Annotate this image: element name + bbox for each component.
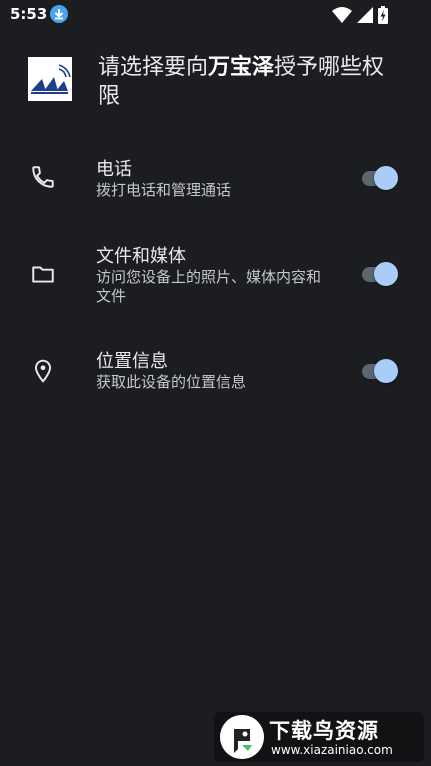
watermark: 下载鸟资源 www.xiazainiao.com (214, 712, 424, 762)
permission-item-files-media[interactable]: 文件和媒体 访问您设备上的照片、媒体内容和文件 (0, 240, 431, 315)
bird-logo-icon (220, 715, 264, 759)
permission-item-location[interactable]: 位置信息 获取此设备的位置信息 (0, 345, 431, 405)
signal-icon (357, 7, 373, 23)
watermark-title: 下载鸟资源 (269, 719, 379, 743)
toggle-thumb (374, 262, 398, 286)
folder-icon (32, 266, 54, 283)
download-icon (50, 5, 68, 23)
toggle-thumb (374, 359, 398, 383)
status-bar: 5:53 (0, 0, 431, 30)
title-prefix: 请选择要向 (98, 55, 209, 80)
status-icons (331, 6, 401, 24)
location-icon (34, 359, 52, 383)
page-title: 请选择要向万宝泽授予哪些权限 (98, 53, 398, 111)
permission-title: 位置信息 (96, 351, 168, 372)
permission-description: 获取此设备的位置信息 (96, 373, 247, 391)
status-time: 5:53 (10, 5, 48, 23)
permission-toggle-phone[interactable] (360, 165, 400, 191)
wifi-icon (332, 7, 352, 23)
permission-toggle-location[interactable] (360, 358, 400, 384)
watermark-url: www.xiazainiao.com (271, 743, 393, 757)
permission-toggle-files-media[interactable] (360, 261, 400, 287)
toggle-thumb (374, 166, 398, 190)
app-name: 万宝泽 (208, 55, 275, 80)
permission-title: 电话 (96, 159, 132, 180)
permission-header: 请选择要向万宝泽授予哪些权限 (0, 50, 431, 120)
permission-description: 拨打电话和管理通话 (96, 181, 232, 199)
permission-description: 访问您设备上的照片、媒体内容和文件 (96, 268, 322, 305)
permission-title: 文件和媒体 (96, 246, 186, 267)
battery-icon (378, 6, 388, 24)
app-logo-icon (28, 57, 72, 101)
permission-item-phone[interactable]: 电话 拨打电话和管理通话 (0, 150, 431, 210)
phone-icon (32, 166, 54, 188)
